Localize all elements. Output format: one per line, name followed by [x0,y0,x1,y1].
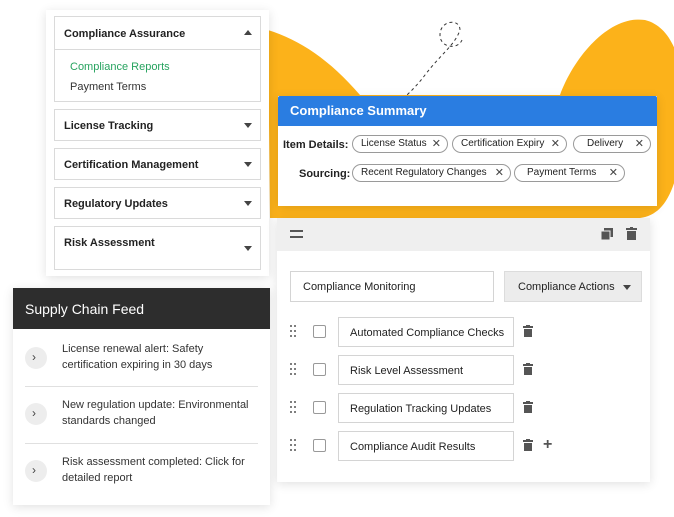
accordion-header-risk-assessment[interactable]: Risk Assessment [54,226,261,270]
task-input[interactable]: Automated Compliance Checks [338,317,514,347]
accordion-header-regulatory-updates[interactable]: Regulatory Updates [54,187,261,219]
task-label: Risk Level Assessment [350,365,464,377]
close-icon[interactable]: ✕ [551,136,560,152]
trash-icon[interactable] [523,401,533,413]
chevron-down-icon [244,162,252,167]
feed-item[interactable]: › Risk assessment completed: Click for d… [25,444,258,500]
chip-license-status: License Status ✕ [352,135,448,153]
close-icon[interactable]: ✕ [609,165,618,181]
accordion-title: Regulatory Updates [64,198,168,210]
task-input[interactable]: Regulation Tracking Updates [338,393,514,423]
accordion-title: License Tracking [64,120,154,132]
trash-icon[interactable] [626,227,637,240]
chip-label: Recent Regulatory Changes [361,167,487,178]
chevron-down-icon [623,285,631,290]
accordion-title: Risk Assessment [64,237,155,249]
drag-handle-icon[interactable] [290,439,298,451]
chip-delivery: Delivery ✕ [573,135,651,153]
chevron-right-icon[interactable]: › [25,347,47,369]
drag-handle-icon[interactable] [290,363,298,375]
chip-label: Payment Terms [527,167,597,178]
submenu-item-compliance-reports[interactable]: Compliance Reports [70,61,170,73]
task-label: Compliance Audit Results [350,441,476,453]
close-icon[interactable]: ✕ [495,165,504,181]
accordion-section-compliance-assurance: Compliance Assurance Compliance Reports … [54,16,261,102]
add-task-icon[interactable]: + [543,437,552,453]
feed-item[interactable]: › License renewal alert: Safety certific… [25,330,258,386]
task-label: Automated Compliance Checks [350,327,505,339]
drag-handle-icon[interactable] [290,325,298,337]
summary-title: Compliance Summary [290,103,427,118]
feed-item-text: Risk assessment completed: Click for det… [62,456,245,484]
chevron-down-icon [244,201,252,206]
accordion-header-license-tracking[interactable]: License Tracking [54,109,261,141]
builder-toolbar [277,218,650,251]
submenu-item-payment-terms[interactable]: Payment Terms [70,81,146,93]
feed-header: Supply Chain Feed [13,288,270,329]
feed-item-text: License renewal alert: Safety certificat… [62,343,213,371]
chip-recent-regulatory-changes: Recent Regulatory Changes ✕ [352,164,511,182]
chip-payment-terms: Payment Terms ✕ [514,164,625,182]
chip-label: Delivery [587,138,624,149]
chevron-down-icon [244,246,252,251]
compliance-actions-dropdown[interactable]: Compliance Actions [504,271,642,302]
menu-icon[interactable] [290,230,303,238]
copy-icon[interactable] [601,228,613,240]
trash-icon[interactable] [523,325,533,337]
feed-item-text: New regulation update: Environmental sta… [62,399,249,427]
item-details-label: Item Details: [283,139,349,151]
drag-handle-icon[interactable] [290,401,298,413]
task-input[interactable]: Risk Level Assessment [338,355,514,385]
task-checkbox[interactable] [313,325,326,338]
chip-label: Certification Expiry [461,138,545,149]
task-input[interactable]: Compliance Audit Results [338,431,514,461]
chevron-right-icon[interactable]: › [25,403,47,425]
accordion-title: Certification Management [64,159,199,171]
chip-certification-expiry: Certification Expiry ✕ [452,135,567,153]
compliance-builder-panel: Compliance Monitoring Compliance Actions… [277,218,650,482]
chevron-up-icon [244,30,252,35]
feed-title: Supply Chain Feed [25,301,145,317]
sourcing-label: Sourcing: [299,168,351,180]
accordion-header-certification-management[interactable]: Certification Management [54,148,261,180]
monitoring-name-value: Compliance Monitoring [303,281,416,293]
chevron-right-icon[interactable]: › [25,460,47,482]
trash-icon[interactable] [523,363,533,375]
accordion-panel: Compliance Assurance Compliance Reports … [46,10,269,276]
task-checkbox[interactable] [313,401,326,414]
close-icon[interactable]: ✕ [432,136,441,152]
accordion-title: Compliance Assurance [64,28,186,40]
monitoring-name-input[interactable]: Compliance Monitoring [290,271,494,302]
chevron-down-icon [244,123,252,128]
task-checkbox[interactable] [313,439,326,452]
chip-label: License Status [361,138,427,149]
close-icon[interactable]: ✕ [635,136,644,152]
summary-header: Compliance Summary [278,96,657,126]
compliance-summary-card: Compliance Summary Item Details: License… [278,96,657,206]
accordion-header-compliance-assurance[interactable]: Compliance Assurance [55,17,260,50]
task-label: Regulation Tracking Updates [350,403,492,415]
task-checkbox[interactable] [313,363,326,376]
feed-item[interactable]: › New regulation update: Environmental s… [25,387,258,443]
trash-icon[interactable] [523,439,533,451]
supply-chain-feed-card: Supply Chain Feed › License renewal aler… [13,288,270,505]
compliance-actions-label: Compliance Actions [518,281,615,293]
